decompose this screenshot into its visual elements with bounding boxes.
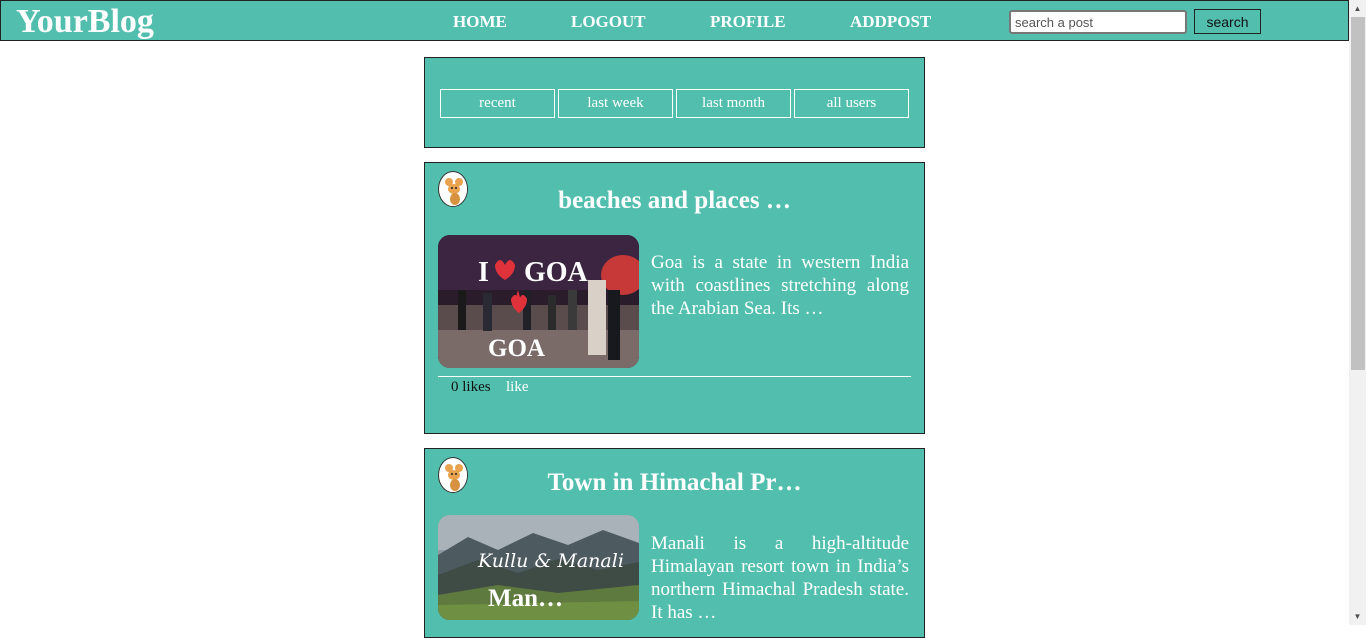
image-text-man: Man… xyxy=(488,585,563,612)
post-title[interactable]: beaches and places … xyxy=(425,186,924,216)
image-text-kullu-manali: Kullu & Manali xyxy=(477,550,624,572)
brand-logo[interactable]: YourBlog xyxy=(16,1,154,43)
post-title[interactable]: Town in Himachal Pr… xyxy=(425,468,924,498)
filter-all-users-button[interactable]: all users xyxy=(794,89,909,118)
like-button[interactable]: like xyxy=(506,379,529,396)
nav-addpost-link[interactable]: ADDPOST xyxy=(850,12,931,32)
navbar: YourBlog HOME LOGOUT PROFILE ADDPOST sea… xyxy=(0,0,1349,41)
post-card: beaches and places … I GOA GOA Goa is a … xyxy=(424,162,925,434)
scrollbar-thumb[interactable] xyxy=(1351,17,1365,370)
nav-profile-link[interactable]: PROFILE xyxy=(710,12,786,32)
filter-last-month-button[interactable]: last month xyxy=(676,89,791,118)
image-text-goa: GOA xyxy=(524,257,589,288)
post-excerpt: Manali is a high-altitude Himalayan reso… xyxy=(651,533,909,623)
post-image[interactable]: Kullu & Manali Man… xyxy=(438,515,639,620)
manali-photo-image: Kullu & Manali Man… xyxy=(438,515,639,620)
post-divider xyxy=(438,376,911,377)
filter-panel: recent last week last month all users xyxy=(424,57,925,148)
image-text-i: I xyxy=(478,257,489,288)
goa-photo-image: I GOA GOA xyxy=(438,235,639,368)
post-image[interactable]: I GOA GOA xyxy=(438,235,639,368)
nav-home-link[interactable]: HOME xyxy=(453,12,507,32)
image-text-goa-bottom: GOA xyxy=(488,335,545,362)
post-excerpt: Goa is a state in western India with coa… xyxy=(651,252,909,319)
nav-logout-link[interactable]: LOGOUT xyxy=(571,12,646,32)
post-card: Town in Himachal Pr… Kullu & Manali Man…… xyxy=(424,448,925,638)
search-input[interactable] xyxy=(1009,10,1187,34)
scroll-down-arrow-icon[interactable]: ▼ xyxy=(1349,608,1366,625)
filter-last-week-button[interactable]: last week xyxy=(558,89,673,118)
scroll-up-arrow-icon[interactable]: ▲ xyxy=(1349,0,1366,17)
search-button[interactable]: search xyxy=(1194,9,1261,34)
likes-count: 0 likes xyxy=(451,379,491,395)
filter-recent-button[interactable]: recent xyxy=(440,89,555,118)
